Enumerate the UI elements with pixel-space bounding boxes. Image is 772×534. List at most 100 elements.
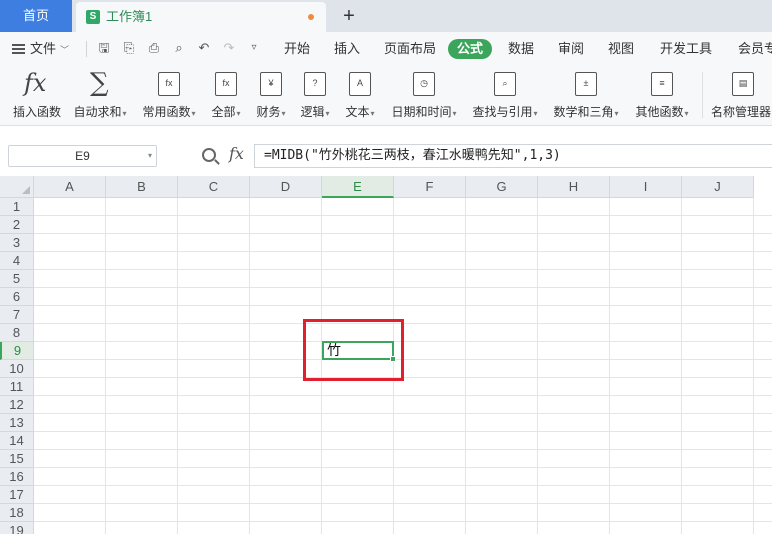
customize-toolbar-icon[interactable]: ▿ [246,40,262,56]
more-functions-icon: ≡ [651,72,673,96]
insert-function-label: 插入函数 [12,105,61,119]
spreadsheet-grid: A B C D E F G H I J 1 2 3 4 5 6 7 8 9 10… [0,176,772,534]
column-header-e[interactable]: E [322,176,394,198]
select-all-corner[interactable] [0,176,34,198]
row-header[interactable]: 13 [0,414,34,432]
row-header[interactable]: 10 [0,360,34,378]
all-functions-button[interactable]: fx 全部▾ [206,68,246,124]
tab-view[interactable]: 视图 [608,32,634,66]
find-icon: ⌕ [494,72,516,96]
tab-data[interactable]: 数据 [508,32,534,66]
clock-icon: ◷ [413,72,435,96]
workbook-title: 工作簿1 [106,9,153,24]
row-header[interactable]: 14 [0,432,34,450]
row-header-selected[interactable]: 9 [0,342,34,360]
autosum-label: 自动求和▾ [73,105,127,119]
unsaved-indicator-icon[interactable] [308,14,314,20]
row-header[interactable]: 12 [0,396,34,414]
row-header[interactable]: 4 [0,252,34,270]
text-functions-label: 文本▾ [345,105,375,119]
row-header[interactable]: 17 [0,486,34,504]
save-icon[interactable]: 🖫 [96,40,112,56]
zoom-icon[interactable] [202,148,216,162]
ribbon-separator [702,72,703,118]
tab-insert[interactable]: 插入 [334,32,360,66]
math-trig-button[interactable]: ± 数学和三角▾ [548,68,624,124]
file-menu-label: 文件 [30,41,57,56]
redo-icon[interactable]: ↷ [221,40,237,56]
formula-bar: E9 ▾ fx =MIDB("竹外桃花三两枝，春江水暖鸭先知",1,3) [0,126,772,176]
row-header[interactable]: 3 [0,234,34,252]
name-manager-icon: ▤ [732,72,754,96]
formula-input[interactable]: =MIDB("竹外桃花三两枝，春江水暖鸭先知",1,3) [254,144,772,168]
name-box[interactable]: E9 ▾ [8,145,157,167]
name-box-value: E9 [75,149,90,163]
menu-bar: 文件 ﹀ 🖫 ⎘ ⎙ ⌕ ↶ ↷ ▿ 开始 插入 页面布局 公式 数据 审阅 视图… [0,32,772,66]
row-header[interactable]: 19 [0,522,34,534]
row-header[interactable]: 5 [0,270,34,288]
insert-function-button[interactable]: fx 插入函数 [8,68,66,124]
row-header[interactable]: 11 [0,378,34,396]
row-header[interactable]: 16 [0,468,34,486]
spreadsheet-icon: S [86,10,100,24]
tab-workbook[interactable]: S 工作簿1 [76,2,326,32]
print-icon[interactable]: ⎙ [146,40,162,56]
name-manager-label: 名称管理器 [711,105,772,119]
lookup-reference-label: 查找与引用▾ [472,105,538,119]
sigma-icon: ∑ [90,68,109,98]
date-time-button[interactable]: ◷ 日期和时间▾ [386,68,462,124]
undo-icon[interactable]: ↶ [196,40,212,56]
column-header-g[interactable]: G [466,176,538,198]
row-header[interactable]: 15 [0,450,34,468]
all-functions-label: 全部▾ [211,105,241,119]
row-header[interactable]: 6 [0,288,34,306]
tab-bar: 首页 S 工作簿1 + [0,0,772,32]
tab-page-layout[interactable]: 页面布局 [384,32,436,66]
row-header[interactable]: 7 [0,306,34,324]
tab-formulas[interactable]: 公式 [448,39,493,59]
date-time-label: 日期和时间▾ [391,105,457,119]
red-highlight-box [303,319,404,381]
yen-icon: ¥ [260,72,282,96]
column-header-d[interactable]: D [250,176,322,198]
column-header-a[interactable]: A [34,176,106,198]
print-preview-icon[interactable]: ⌕ [171,40,187,56]
common-functions-button[interactable]: fx 常用函数▾ [138,68,200,124]
name-manager-button[interactable]: ▤ 名称管理器 [708,68,772,124]
column-header-i[interactable]: I [610,176,682,198]
math-trig-label: 数学和三角▾ [553,105,619,119]
tab-review[interactable]: 审阅 [558,32,584,66]
row-header[interactable]: 2 [0,216,34,234]
lookup-reference-button[interactable]: ⌕ 查找与引用▾ [468,68,542,124]
text-functions-button[interactable]: A 文本▾ [340,68,380,124]
chevron-down-icon[interactable]: ▾ [148,146,152,166]
autosum-button[interactable]: ∑ 自动求和▾ [70,68,130,124]
row-header[interactable]: 8 [0,324,34,342]
menu-separator [86,41,87,57]
column-headers: A B C D E F G H I J [34,176,754,198]
column-header-h[interactable]: H [538,176,610,198]
column-header-c[interactable]: C [178,176,250,198]
tab-member[interactable]: 会员专享 [738,32,772,66]
column-header-b[interactable]: B [106,176,178,198]
more-functions-button[interactable]: ≡ 其他函数▾ [630,68,694,124]
financial-button[interactable]: ¥ 财务▾ [252,68,290,124]
row-header[interactable]: 1 [0,198,34,216]
logical-button[interactable]: ? 逻辑▾ [296,68,334,124]
common-functions-label: 常用函数▾ [142,105,196,119]
column-header-f[interactable]: F [394,176,466,198]
file-menu-button[interactable]: 文件 ﹀ [12,32,69,66]
column-header-j[interactable]: J [682,176,754,198]
insert-function-fx-icon[interactable]: fx [229,144,244,163]
fx-icon: fx [24,69,47,97]
chevron-down-icon: ﹀ [60,45,70,55]
tab-developer[interactable]: 开发工具 [660,32,712,66]
row-header[interactable]: 18 [0,504,34,522]
star-function-icon: fx [158,72,180,96]
new-tab-button[interactable]: + [338,4,360,28]
question-icon: ? [304,72,326,96]
tab-home[interactable]: 首页 [0,0,72,32]
row-headers: 1 2 3 4 5 6 7 8 9 10 11 12 13 14 15 16 1… [0,198,34,534]
format-painter-icon[interactable]: ⎘ [121,40,137,56]
tab-start[interactable]: 开始 [284,32,310,66]
